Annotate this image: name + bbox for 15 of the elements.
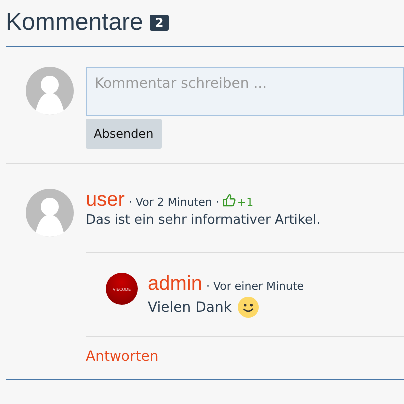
avatar-icon <box>26 67 74 115</box>
comment-time: · Vor einer Minute <box>206 280 304 293</box>
comment-text: Vielen Dank <box>148 300 232 316</box>
comment-time: · Vor 2 Minuten · <box>128 196 220 209</box>
comment-text: Das ist ein sehr informativer Artikel. <box>86 213 322 228</box>
like-count: +1 <box>237 196 254 209</box>
author-name[interactable]: user <box>86 189 125 211</box>
avatar-icon <box>26 189 74 237</box>
section-title: Kommentare <box>6 9 144 37</box>
comment-field[interactable]: Kommentar schreiben ... <box>86 67 404 116</box>
submit-button[interactable]: Absenden <box>86 119 162 149</box>
author-name[interactable]: admin <box>148 273 202 295</box>
thumbs-up-icon[interactable] <box>223 194 236 206</box>
count-badge: 2 <box>150 15 169 31</box>
reply-link[interactable]: Antworten <box>86 349 159 365</box>
